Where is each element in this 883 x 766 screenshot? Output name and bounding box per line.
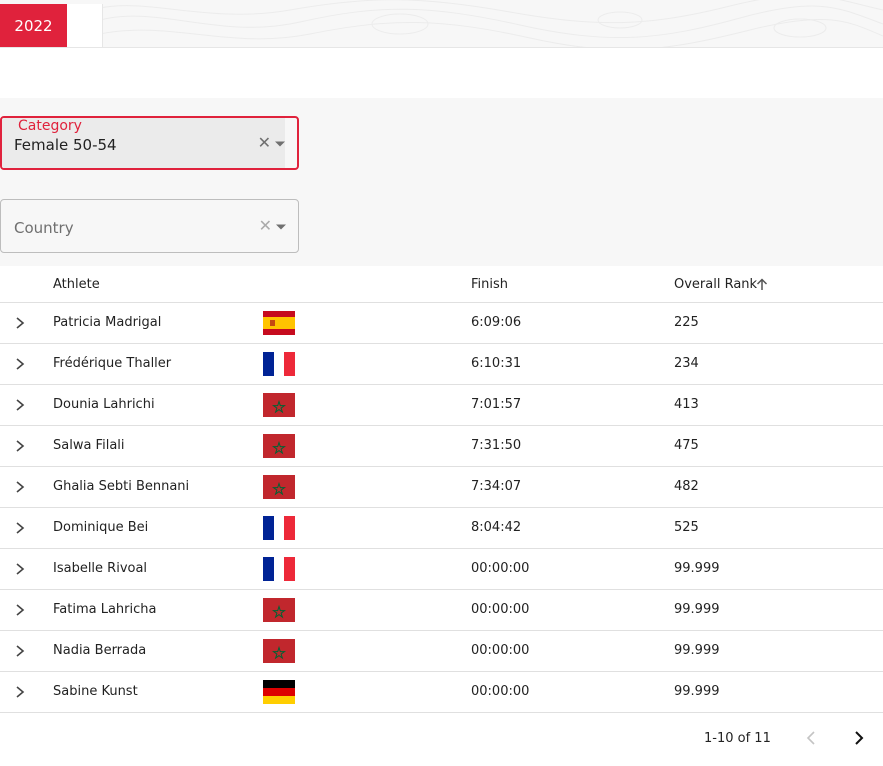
category-clear-icon[interactable]: ✕ <box>258 135 271 151</box>
finish-time: 7:31:50 <box>471 438 522 453</box>
country-clear-icon[interactable]: ✕ <box>259 218 272 234</box>
year-tab-spacer <box>67 4 103 47</box>
category-value: Female 50-54 <box>14 136 117 154</box>
column-overall-rank[interactable]: Overall Rank <box>674 277 757 292</box>
overall-rank: 99.999 <box>674 561 720 576</box>
finish-time: 00:00:00 <box>471 561 530 576</box>
table-body: Patricia Madrigal 6:09:06 225 Frédérique Th… <box>0 303 883 713</box>
previous-page-icon[interactable] <box>804 730 818 746</box>
table-row[interactable]: Fatima Lahricha 00:00:00 99.999 <box>0 590 883 631</box>
overall-rank: 99.999 <box>674 684 720 699</box>
expand-row-icon[interactable] <box>14 480 26 494</box>
expand-row-icon[interactable] <box>14 439 26 453</box>
athlete-name: Dominique Bei <box>53 520 149 535</box>
table-row[interactable]: Patricia Madrigal 6:09:06 225 <box>0 303 883 344</box>
table-row[interactable]: Nadia Berrada 00:00:00 99.999 <box>0 631 883 672</box>
finish-time: 00:00:00 <box>471 684 530 699</box>
france-flag-icon <box>263 516 295 540</box>
germany-flag-icon <box>263 680 295 704</box>
table-row[interactable]: Dominique Bei 8:04:42 525 <box>0 508 883 549</box>
finish-time: 7:34:07 <box>471 479 522 494</box>
finish-time: 00:00:00 <box>471 602 530 617</box>
athlete-name: Nadia Berrada <box>53 643 147 658</box>
france-flag-icon <box>263 352 295 376</box>
overall-rank: 413 <box>674 397 699 412</box>
column-athlete[interactable]: Athlete <box>53 277 100 292</box>
athlete-name: Frédérique Thaller <box>53 356 172 371</box>
table-row[interactable]: Salwa Filali 7:31:50 475 <box>0 426 883 467</box>
expand-row-icon[interactable] <box>14 562 26 576</box>
finish-time: 8:04:42 <box>471 520 522 535</box>
morocco-flag-icon <box>263 475 295 499</box>
table-row[interactable]: Dounia Lahrichi 7:01:57 413 <box>0 385 883 426</box>
athlete-name: Patricia Madrigal <box>53 315 162 330</box>
expand-row-icon[interactable] <box>14 644 26 658</box>
expand-row-icon[interactable] <box>14 521 26 535</box>
season-tab-bar: 2022 <box>0 0 883 48</box>
year-tab-2022[interactable]: 2022 <box>0 4 67 47</box>
spain-flag-icon <box>263 311 295 335</box>
overall-rank: 482 <box>674 479 699 494</box>
expand-row-icon[interactable] <box>14 685 26 699</box>
filter-panel: Category Female 50-54 ✕ Country ✕ <box>0 98 883 266</box>
morocco-flag-icon <box>263 639 295 663</box>
topographic-pattern <box>100 0 883 47</box>
category-label: Category <box>18 118 82 134</box>
athlete-name: Ghalia Sebti Bennani <box>53 479 190 494</box>
finish-time: 6:09:06 <box>471 315 522 330</box>
next-page-icon[interactable] <box>852 730 866 746</box>
morocco-flag-icon <box>263 434 295 458</box>
france-flag-icon <box>263 557 295 581</box>
overall-rank: 525 <box>674 520 699 535</box>
country-dropdown-icon[interactable] <box>276 224 286 230</box>
overall-rank: 475 <box>674 438 699 453</box>
overall-rank: 99.999 <box>674 643 720 658</box>
athlete-name: Sabine Kunst <box>53 684 138 699</box>
finish-time: 00:00:00 <box>471 643 530 658</box>
morocco-flag-icon <box>263 393 295 417</box>
expand-row-icon[interactable] <box>14 357 26 371</box>
finish-time: 7:01:57 <box>471 397 522 412</box>
arrow-up-icon[interactable] <box>756 278 768 291</box>
category-dropdown-icon[interactable] <box>275 141 285 147</box>
expand-row-icon[interactable] <box>14 603 26 617</box>
expand-row-icon[interactable] <box>14 316 26 330</box>
athlete-name: Isabelle Rivoal <box>53 561 148 576</box>
athlete-name: Salwa Filali <box>53 438 125 453</box>
overall-rank: 99.999 <box>674 602 720 617</box>
finish-time: 6:10:31 <box>471 356 522 371</box>
overall-rank: 225 <box>674 315 699 330</box>
expand-row-icon[interactable] <box>14 398 26 412</box>
results-table: Athlete Finish Overall Rank Patricia Mad… <box>0 266 883 713</box>
table-row[interactable]: Isabelle Rivoal 00:00:00 99.999 <box>0 549 883 590</box>
table-row[interactable]: Ghalia Sebti Bennani 7:34:07 482 <box>0 467 883 508</box>
table-row[interactable]: Frédérique Thaller 6:10:31 234 <box>0 344 883 385</box>
country-placeholder: Country <box>14 219 74 237</box>
pagination-range: 1-10 of 11 <box>704 731 771 746</box>
overall-rank: 234 <box>674 356 699 371</box>
morocco-flag-icon <box>263 598 295 622</box>
country-select[interactable]: Country ✕ <box>0 199 299 253</box>
table-header: Athlete Finish Overall Rank <box>0 266 883 303</box>
athlete-name: Dounia Lahrichi <box>53 397 155 412</box>
table-row[interactable]: Sabine Kunst 00:00:00 99.999 <box>0 672 883 713</box>
column-finish[interactable]: Finish <box>471 277 508 292</box>
category-select[interactable]: Category Female 50-54 ✕ <box>0 116 299 170</box>
pagination: 1-10 of 11 <box>0 722 883 756</box>
athlete-name: Fatima Lahricha <box>53 602 157 617</box>
